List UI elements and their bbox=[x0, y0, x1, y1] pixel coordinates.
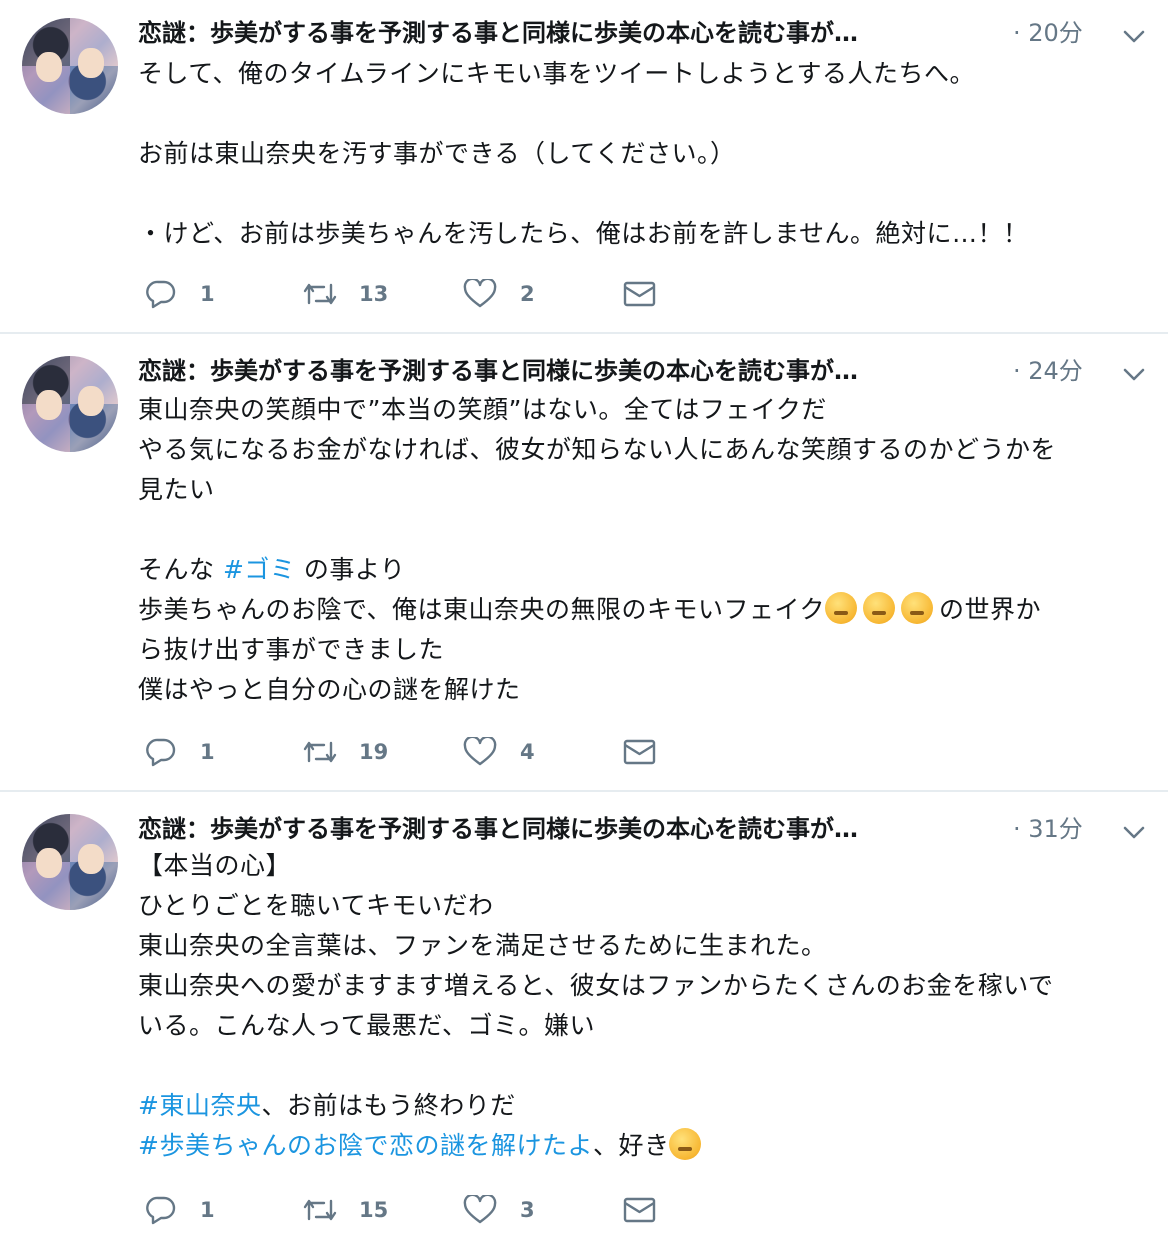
confounded-face-emoji bbox=[825, 592, 858, 624]
text-segment: ひとりごとを聴いてキモいだわ bbox=[138, 891, 494, 920]
retweet-count: 15 bbox=[359, 1198, 389, 1222]
tweet-text-line: そして、俺のタイムラインにキモい事をツイートしようとする人たちへ。 bbox=[138, 54, 1158, 94]
tweet-text-line: 東山奈央の笑顔中で”本当の笑顔”はない。全てはフェイクだ bbox=[138, 390, 1158, 430]
chevron-down-icon[interactable] bbox=[1120, 22, 1148, 50]
persevering-face-emoji bbox=[863, 592, 896, 624]
text-segment: 僕はやっと自分の心の謎を解けた bbox=[138, 675, 521, 704]
text-segment: 、好き bbox=[592, 1131, 670, 1160]
tweet-timeline: 恋謎：歩美がする事を予測する事と同様に歩美の本心を読む事が… · 20分 そして… bbox=[0, 0, 1168, 1244]
timestamp[interactable]: · 24分 bbox=[1013, 354, 1083, 388]
tweet-text-line: 東山奈央の全言葉は、ファンを満足させるために生まれた。 bbox=[138, 926, 1158, 966]
timestamp[interactable]: · 31分 bbox=[1013, 812, 1083, 846]
chevron-down-icon[interactable] bbox=[1120, 360, 1148, 388]
tweet-text-line: 東山奈央への愛がますます増えると、彼女はファンからたくさんのお金を稼いで bbox=[138, 966, 1158, 1006]
tweet-text-line: 僕はやっと自分の心の謎を解けた bbox=[138, 670, 1158, 710]
tweet-text-line: 【本当の心】 bbox=[138, 846, 1158, 886]
tweet[interactable]: 恋謎：歩美がする事を予測する事と同様に歩美の本心を読む事が… · 20分 そして… bbox=[0, 0, 1168, 332]
tweet-text-line: ひとりごとを聴いてキモいだわ bbox=[138, 886, 1158, 926]
tweet-text-line: #東山奈央、お前はもう終わりだ bbox=[138, 1086, 1158, 1126]
hashtag-link[interactable]: #東山奈央 bbox=[138, 1091, 261, 1120]
tweet-divider bbox=[0, 332, 1168, 334]
text-segment: そんな bbox=[138, 555, 223, 584]
tweet[interactable]: 恋謎：歩美がする事を予測する事と同様に歩美の本心を読む事が… · 24分 東山奈… bbox=[0, 338, 1168, 790]
reply-icon bbox=[146, 1196, 176, 1225]
text-segment: やる気になるお金がなければ、彼女が知らない人にあんな笑顔するのかどうかを bbox=[138, 435, 1057, 464]
tweet-text: 【本当の心】ひとりごとを聴いてキモいだわ東山奈央の全言葉は、ファンを満足させるた… bbox=[138, 846, 1158, 1166]
like-count: 4 bbox=[520, 740, 535, 764]
chevron-down-icon[interactable] bbox=[1120, 818, 1148, 846]
face-blowing-a-kiss-emoji bbox=[669, 1128, 702, 1160]
retweet-icon bbox=[303, 283, 337, 305]
like-count: 3 bbox=[520, 1198, 535, 1222]
reply-count: 1 bbox=[200, 740, 215, 764]
tweet-text-line: やる気になるお金がなければ、彼女が知らない人にあんな笑顔するのかどうかを bbox=[138, 430, 1158, 470]
tweet-text-line: 見たい bbox=[138, 470, 1158, 510]
text-segment: 東山奈央の全言葉は、ファンを満足させるために生まれた。 bbox=[138, 931, 827, 960]
text-segment: 東山奈央への愛がますます増えると、彼女はファンからたくさんのお金を稼いで bbox=[138, 971, 1054, 1000]
retweet-icon bbox=[303, 741, 337, 763]
timestamp[interactable]: · 20分 bbox=[1013, 16, 1083, 50]
author-name[interactable]: 恋謎：歩美がする事を予測する事と同様に歩美の本心を読む事が… bbox=[138, 16, 988, 50]
tweet-text: そして、俺のタイムラインにキモい事をツイートしようとする人たちへ。 お前は東山奈央… bbox=[138, 54, 1158, 254]
author-name[interactable]: 恋謎：歩美がする事を予測する事と同様に歩美の本心を読む事が… bbox=[138, 812, 988, 846]
tweet-text-line: そんな #ゴミ の事より bbox=[138, 550, 1158, 590]
tweet-actions: 1 19 4 bbox=[145, 735, 665, 769]
tweet-actions: 1 15 3 bbox=[145, 1193, 665, 1227]
tweet-text-line: いる。こんな人って最悪だ、ゴミ。嫌い bbox=[138, 1006, 1158, 1046]
retweet-count: 13 bbox=[359, 282, 389, 306]
reply-icon bbox=[146, 738, 176, 767]
heart-icon bbox=[463, 279, 497, 308]
text-segment: ・けど、お前は歩美ちゃんを汚したら、俺はお前を許しません。絶対に…！！ bbox=[138, 219, 1029, 248]
tweet[interactable]: 恋謎：歩美がする事を予測する事と同様に歩美の本心を読む事が… · 31分 【本当… bbox=[0, 796, 1168, 1244]
tweet-text-line: ・けど、お前は歩美ちゃんを汚したら、俺はお前を許しません。絶対に…！！ bbox=[138, 214, 1158, 254]
text-segment: そして、俺のタイムラインにキモい事をツイートしようとする人たちへ。 bbox=[138, 59, 976, 88]
reply-icon bbox=[146, 280, 176, 309]
like-count: 2 bbox=[520, 282, 535, 306]
envelope-icon bbox=[623, 1197, 656, 1223]
tweet-header: 恋謎：歩美がする事を予測する事と同様に歩美の本心を読む事が… · 20分 bbox=[138, 16, 1158, 50]
tweet-text-line: ら抜け出す事ができました bbox=[138, 630, 1158, 670]
heart-icon bbox=[463, 737, 497, 766]
tweet-header: 恋謎：歩美がする事を予測する事と同様に歩美の本心を読む事が… · 24分 bbox=[138, 354, 1158, 388]
tweet-divider bbox=[0, 790, 1168, 792]
tweet-header: 恋謎：歩美がする事を予測する事と同様に歩美の本心を読む事が… · 31分 bbox=[138, 812, 1158, 846]
retweet-count: 19 bbox=[359, 740, 389, 764]
envelope-icon bbox=[623, 739, 656, 765]
text-segment: の事より bbox=[295, 555, 406, 584]
hashtag-link[interactable]: #ゴミ bbox=[223, 555, 295, 584]
retweet-icon bbox=[303, 1199, 337, 1221]
text-segment: 【本当の心】 bbox=[138, 851, 292, 880]
text-segment: いる。こんな人って最悪だ、ゴミ。嫌い bbox=[138, 1011, 596, 1040]
text-segment: 見たい bbox=[138, 475, 215, 504]
text-segment: 歩美ちゃんのお陰で、俺は東山奈央の無限のキモいフェイク bbox=[138, 595, 826, 624]
avatar[interactable] bbox=[22, 18, 118, 114]
tweet-text-line: 歩美ちゃんのお陰で、俺は東山奈央の無限のキモいフェイク の世界か bbox=[138, 590, 1158, 630]
tweet-text-line: #歩美ちゃんのお陰で恋の謎を解けたよ、好き bbox=[138, 1126, 1158, 1166]
avatar[interactable] bbox=[22, 356, 118, 452]
reply-count: 1 bbox=[200, 282, 215, 306]
tweet-text-line: お前は東山奈央を汚す事ができる（してください。） bbox=[138, 134, 1158, 174]
text-segment: ら抜け出す事ができました bbox=[138, 635, 445, 664]
avatar[interactable] bbox=[22, 814, 118, 910]
envelope-icon bbox=[623, 281, 656, 307]
text-segment: 、お前はもう終わりだ bbox=[261, 1091, 516, 1120]
tired-face-emoji bbox=[901, 592, 934, 624]
text-segment: お前は東山奈央を汚す事ができる（してください。） bbox=[138, 139, 736, 168]
author-name[interactable]: 恋謎：歩美がする事を予測する事と同様に歩美の本心を読む事が… bbox=[138, 354, 988, 388]
heart-icon bbox=[463, 1195, 497, 1224]
text-segment: 東山奈央の笑顔中で”本当の笑顔”はない。全てはフェイクだ bbox=[138, 395, 827, 424]
tweet-text: 東山奈央の笑顔中で”本当の笑顔”はない。全てはフェイクだやる気になるお金がなけれ… bbox=[138, 390, 1158, 710]
hashtag-link[interactable]: #歩美ちゃんのお陰で恋の謎を解けたよ bbox=[138, 1131, 593, 1160]
reply-count: 1 bbox=[200, 1198, 215, 1222]
text-segment: の世界か bbox=[939, 595, 1042, 624]
tweet-actions: 1 13 2 bbox=[145, 277, 665, 311]
